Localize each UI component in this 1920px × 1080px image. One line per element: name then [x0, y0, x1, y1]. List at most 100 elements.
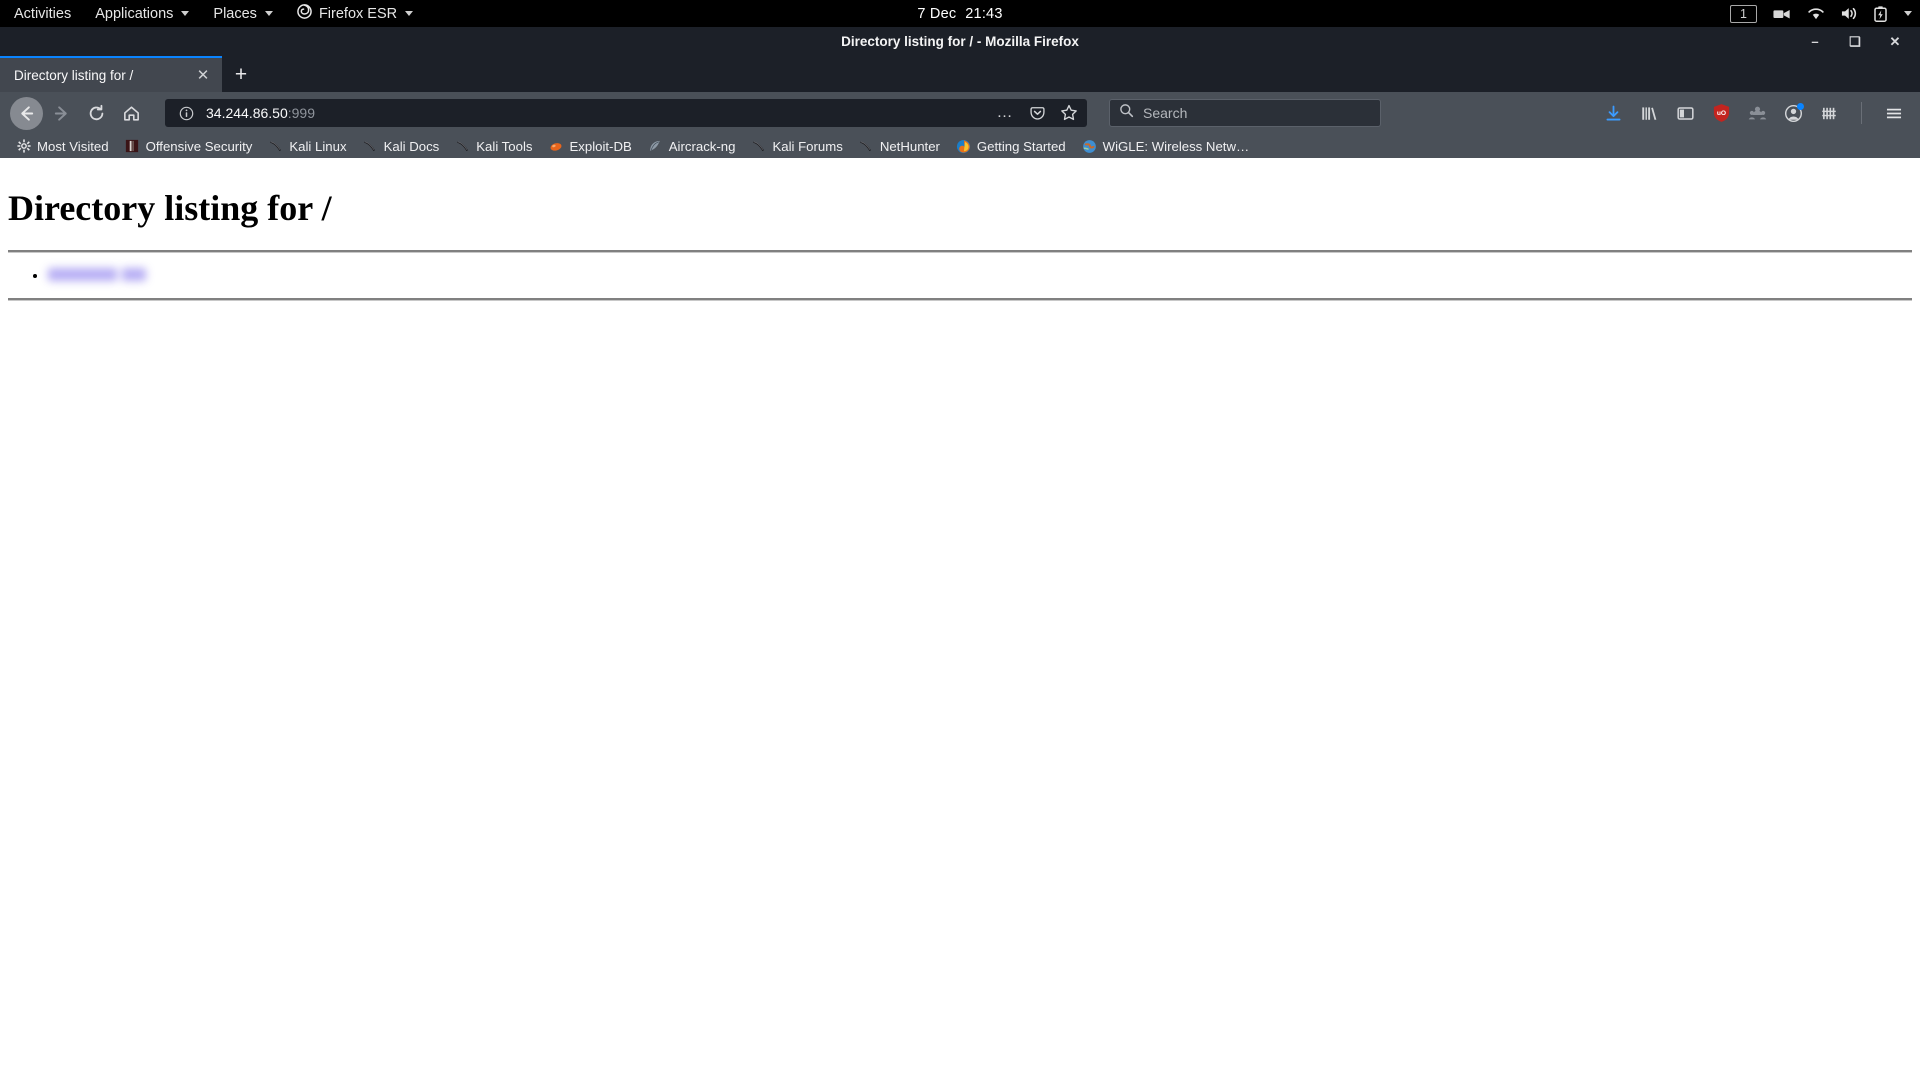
- horizontal-rule-top: [8, 250, 1912, 253]
- places-label: Places: [213, 5, 257, 22]
- window-title: Directory listing for / - Mozilla Firefo…: [841, 34, 1079, 49]
- tab-directory-listing[interactable]: Directory listing for / ✕: [0, 56, 222, 92]
- back-button[interactable]: [10, 96, 43, 130]
- volume-icon[interactable]: [1841, 6, 1858, 21]
- kali-dragon-icon: [751, 139, 766, 154]
- downloads-icon[interactable]: [1604, 104, 1623, 123]
- search-icon: [1119, 103, 1134, 123]
- close-button[interactable]: ✕: [1888, 35, 1902, 48]
- window-titlebar: Directory listing for / - Mozilla Firefo…: [0, 27, 1920, 56]
- aircrack-icon: [648, 139, 663, 154]
- globe-icon: [1082, 139, 1097, 154]
- navigation-toolbar: 34.244.86.50:999 … Search uO: [0, 92, 1920, 134]
- people-icon[interactable]: [1748, 104, 1767, 123]
- forward-arrow-icon: [54, 105, 67, 121]
- workspace-indicator[interactable]: 1: [1730, 4, 1757, 23]
- ublock-origin-icon[interactable]: uO: [1712, 103, 1731, 123]
- activities-label: Activities: [14, 5, 72, 22]
- pocket-icon[interactable]: [1025, 101, 1049, 125]
- url-host: 34.244.86.50: [206, 105, 288, 121]
- offsec-icon: [125, 139, 140, 154]
- battery-icon[interactable]: [1874, 5, 1887, 22]
- bookmark-offensive-security[interactable]: Offensive Security: [117, 135, 261, 157]
- bookmark-kali-docs[interactable]: Kali Docs: [355, 135, 448, 157]
- chevron-down-icon: [181, 11, 190, 16]
- horizontal-rule-bottom: [8, 298, 1912, 301]
- bookmark-label: Kali Docs: [383, 138, 440, 154]
- bookmark-label: Kali Tools: [476, 138, 533, 154]
- search-bar[interactable]: Search: [1109, 99, 1381, 127]
- library-icon[interactable]: [1640, 104, 1659, 123]
- url-port: :999: [287, 105, 315, 121]
- bookmark-label: Offensive Security: [145, 138, 253, 154]
- applications-label: Applications: [95, 5, 174, 22]
- activities-button[interactable]: Activities: [0, 0, 83, 27]
- bookmark-star-icon[interactable]: [1057, 101, 1081, 125]
- url-input[interactable]: 34.244.86.50:999: [206, 105, 985, 121]
- sidebar-icon[interactable]: [1676, 104, 1695, 123]
- tab-close-icon[interactable]: ✕: [194, 68, 212, 83]
- bookmark-nethunter[interactable]: NetHunter: [851, 135, 948, 157]
- bookmark-kali-forums[interactable]: Kali Forums: [743, 135, 850, 157]
- search-input[interactable]: Search: [1143, 105, 1187, 121]
- clock[interactable]: 7 Dec 21:43: [917, 6, 1002, 22]
- clock-date: 7 Dec: [917, 5, 957, 22]
- url-bar[interactable]: 34.244.86.50:999 …: [165, 99, 1087, 127]
- tab-label: Directory listing for /: [14, 67, 134, 83]
- exploitdb-icon: [548, 139, 563, 154]
- page-actions-button[interactable]: …: [993, 101, 1017, 125]
- bookmark-aircrack-ng[interactable]: Aircrack-ng: [640, 135, 744, 157]
- directory-entry-link[interactable]: [48, 267, 146, 282]
- toolbar-separator: [1861, 102, 1862, 124]
- page-content: Directory listing for /: [0, 158, 1920, 1080]
- new-tab-button[interactable]: +: [222, 56, 260, 92]
- wifi-icon[interactable]: [1807, 7, 1825, 21]
- info-circle-icon[interactable]: [174, 101, 198, 125]
- window-controls: – ❑ ✕: [1808, 35, 1902, 48]
- svg-text:uO: uO: [1717, 110, 1726, 117]
- app-menu-label: Firefox ESR: [318, 5, 398, 22]
- forward-button[interactable]: [45, 97, 78, 130]
- bookmark-label: Kali Forums: [772, 138, 843, 154]
- bookmark-exploit-db[interactable]: Exploit-DB: [540, 135, 639, 157]
- redaction-gap: [117, 267, 122, 282]
- back-arrow-icon: [21, 105, 34, 121]
- list-item: [48, 266, 1912, 285]
- kali-dragon-icon: [363, 139, 378, 154]
- account-icon[interactable]: [1784, 102, 1804, 123]
- grid-icon[interactable]: [1820, 104, 1839, 123]
- bookmark-label: Getting Started: [976, 138, 1066, 154]
- bookmark-most-visited[interactable]: Most Visited: [8, 135, 117, 157]
- kali-dragon-icon: [268, 139, 283, 154]
- bookmark-label: WiGLE: Wireless Netw…: [1102, 138, 1250, 154]
- home-button[interactable]: [115, 97, 148, 130]
- minimize-button[interactable]: –: [1808, 35, 1822, 48]
- bookmark-label: Exploit-DB: [569, 138, 632, 154]
- chevron-down-icon[interactable]: [1904, 11, 1912, 16]
- bookmark-label: Most Visited: [37, 138, 109, 154]
- page-title: Directory listing for /: [8, 188, 332, 228]
- bookmark-label: NetHunter: [879, 138, 940, 154]
- kali-dragon-icon: [455, 139, 470, 154]
- tab-strip: Directory listing for / ✕ +: [0, 56, 1920, 92]
- bookmark-kali-tools[interactable]: Kali Tools: [447, 135, 540, 157]
- bookmark-label: Aircrack-ng: [668, 138, 736, 154]
- reload-icon: [89, 104, 104, 120]
- bookmark-getting-started[interactable]: Getting Started: [948, 135, 1074, 157]
- places-menu[interactable]: Places: [201, 0, 285, 27]
- app-menu-firefox[interactable]: Firefox ESR: [285, 0, 425, 27]
- bookmark-label: Kali Linux: [289, 138, 347, 154]
- directory-listing-body: Directory listing for /: [0, 158, 1920, 301]
- directory-entry-list: [8, 266, 1912, 285]
- maximize-button[interactable]: ❑: [1848, 35, 1862, 48]
- home-icon: [124, 105, 139, 121]
- hamburger-menu-icon[interactable]: [1884, 104, 1904, 123]
- reload-button[interactable]: [80, 97, 113, 130]
- account-notification-dot: [1797, 102, 1804, 110]
- firefox-icon: [297, 4, 312, 23]
- bookmark-kali-linux[interactable]: Kali Linux: [260, 135, 354, 157]
- gnome-top-bar: Activities Applications Places Firefox E…: [0, 0, 1920, 27]
- bookmark-wigle[interactable]: WiGLE: Wireless Netw…: [1074, 135, 1258, 157]
- toolbar-icon-group: uO: [1604, 102, 1910, 124]
- applications-menu[interactable]: Applications: [83, 0, 201, 27]
